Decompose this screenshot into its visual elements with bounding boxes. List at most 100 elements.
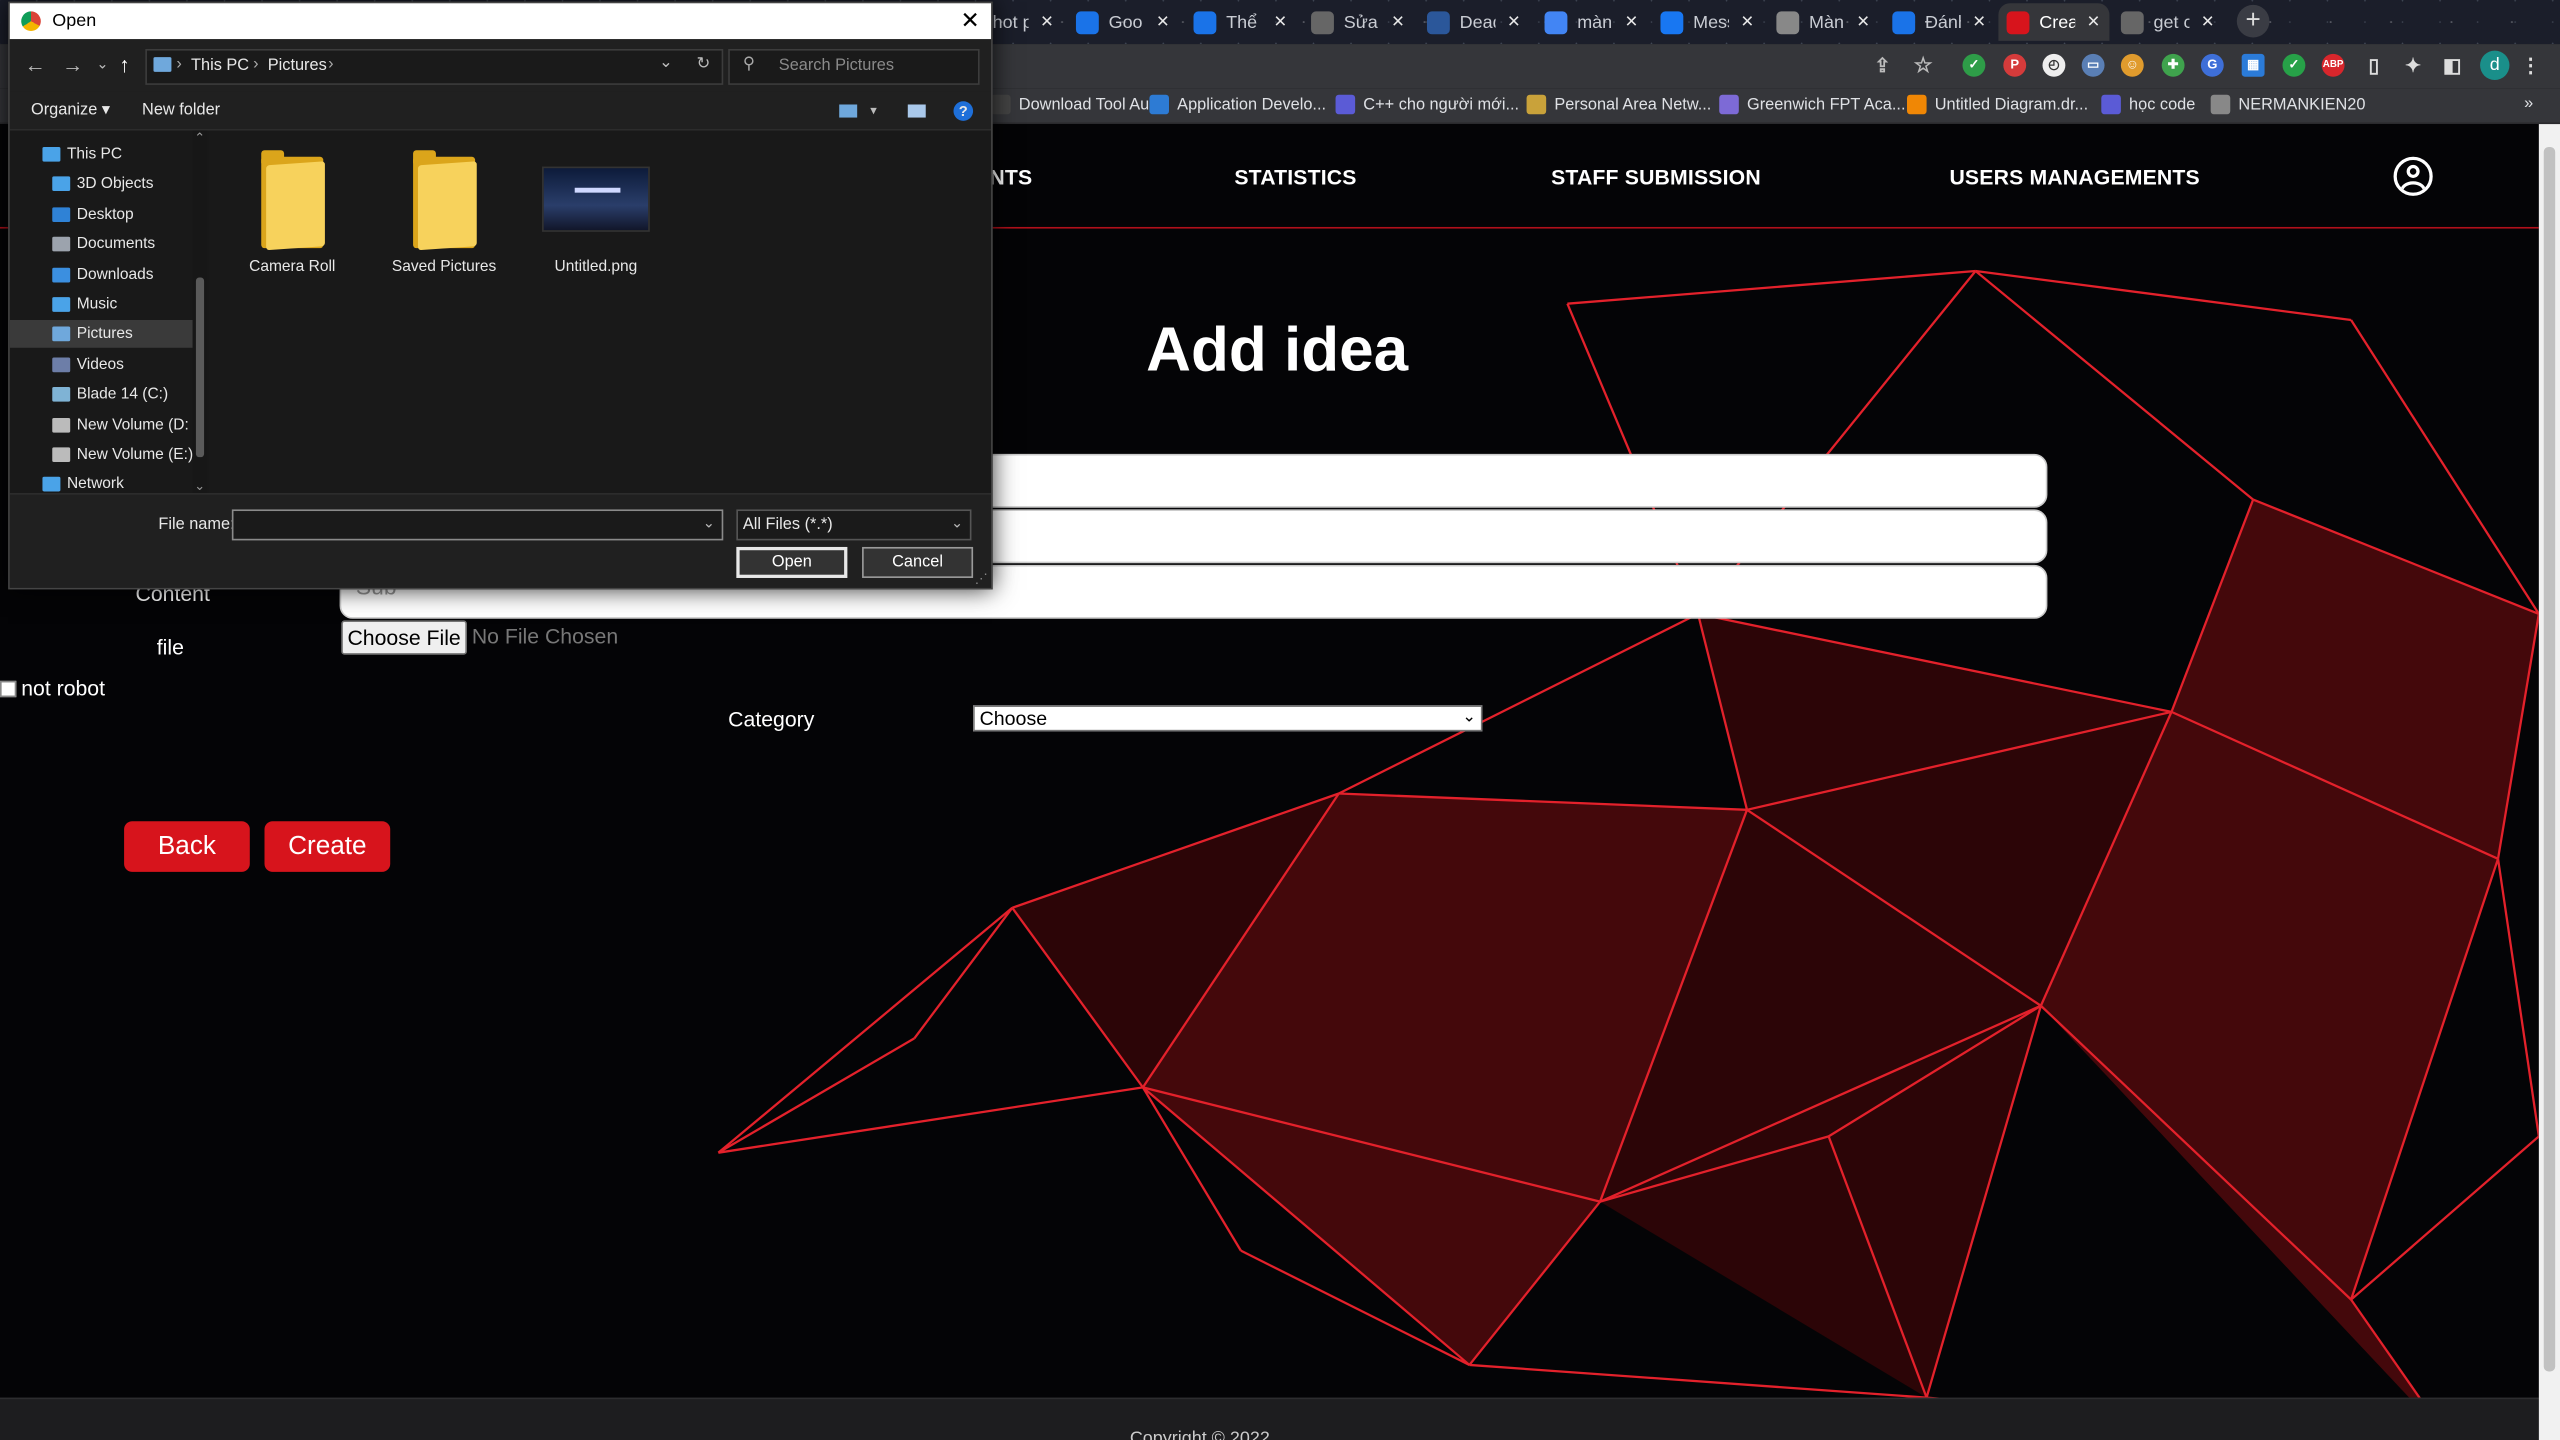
resize-grip-icon[interactable]: ⋰: [975, 571, 988, 586]
tab-close-icon[interactable]: ×: [1741, 8, 1753, 32]
nav-pane-item[interactable]: New Volume (E:): [10, 441, 193, 469]
extension-robot-icon[interactable]: ✚: [2161, 53, 2185, 77]
bookmark-item[interactable]: Greenwich FPT Aca...: [1719, 94, 1905, 115]
page-scrollbar[interactable]: [2538, 124, 2560, 1440]
nav-pane-item[interactable]: 3D Objects: [10, 170, 193, 198]
nav-pane-item[interactable]: Music: [10, 291, 193, 319]
browser-tab[interactable]: Thể ×: [1185, 3, 1296, 41]
chevron-down-icon[interactable]: ⌄: [703, 514, 715, 532]
folder-camera-roll[interactable]: Camera Roll: [229, 150, 356, 276]
user-account-icon[interactable]: [2393, 156, 2433, 196]
browser-tab[interactable]: Crea ×: [1998, 3, 2110, 41]
tab-close-icon[interactable]: ×: [1625, 8, 1637, 32]
nav-pane-item[interactable]: This PC: [10, 140, 193, 168]
browser-tab[interactable]: Goo ×: [1068, 3, 1179, 41]
nav-pane-item[interactable]: New Volume (D:: [10, 411, 193, 439]
bookmark-item[interactable]: NERMANKIEN20: [2210, 94, 2365, 115]
tab-close-icon[interactable]: ×: [1041, 8, 1053, 32]
close-icon[interactable]: ✕: [960, 7, 979, 35]
chevron-down-icon[interactable]: ⌄: [659, 54, 673, 72]
extension-calendar-icon[interactable]: ▦: [2241, 53, 2265, 77]
bookmark-item[interactable]: Untitled Diagram.dr...: [1906, 94, 2088, 115]
nav-pane-item[interactable]: Pictures: [9, 320, 193, 349]
tab-close-icon[interactable]: ×: [1857, 8, 1869, 32]
bookmark-item[interactable]: Download Tool Aut...: [991, 94, 1167, 115]
extension-clock-icon[interactable]: ◴: [2042, 53, 2066, 77]
tab-close-icon[interactable]: ×: [1392, 8, 1404, 32]
bookmarks-overflow-icon[interactable]: »: [2524, 95, 2533, 113]
tab-close-icon[interactable]: ×: [2087, 8, 2099, 32]
share-icon[interactable]: ⇪: [1871, 54, 1894, 77]
help-icon[interactable]: ?: [953, 101, 974, 121]
nav-pane-item[interactable]: Blade 14 (C:): [10, 381, 193, 409]
choose-file-button[interactable]: Choose File: [341, 620, 467, 655]
extension-shield-icon[interactable]: ✓: [1962, 53, 1986, 77]
nav-pane-item[interactable]: Documents: [10, 231, 193, 259]
bookmark-item[interactable]: C++ cho người mới...: [1335, 94, 1519, 115]
path-breadcrumb[interactable]: › This PC › Pictures › ⌄ ↻: [145, 48, 724, 85]
file-untitled-png[interactable]: Untitled.png: [532, 150, 659, 276]
extension-pinterest-icon[interactable]: P: [2003, 53, 2027, 77]
browser-tab[interactable]: Sửa ×: [1303, 3, 1414, 41]
tab-close-icon[interactable]: ×: [1274, 8, 1286, 32]
extension-window-icon[interactable]: ▭: [2081, 53, 2105, 77]
tab-close-icon[interactable]: ×: [1508, 8, 1520, 32]
forward-arrow-icon[interactable]: →: [62, 52, 83, 76]
nav-item-partial[interactable]: NTS: [989, 165, 1032, 189]
tab-close-icon[interactable]: ×: [1973, 8, 1985, 32]
nav-pane-item[interactable]: Network: [10, 471, 193, 493]
view-options-icon[interactable]: [839, 104, 858, 118]
bookmark-item[interactable]: Application Develo...: [1149, 94, 1326, 115]
extension-translate-icon[interactable]: G: [2200, 53, 2224, 77]
bookmark-item[interactable]: học code: [2101, 94, 2195, 115]
scrollbar-thumb[interactable]: [2543, 146, 2556, 1372]
folder-saved-pictures[interactable]: Saved Pictures: [380, 150, 507, 276]
file-type-select[interactable]: All Files (*.*) ⌄: [736, 509, 972, 541]
tab-close-icon[interactable]: ×: [2202, 8, 2214, 32]
scroll-down-icon[interactable]: ⌄: [194, 478, 205, 493]
bookmark-item[interactable]: Personal Area Netw...: [1526, 94, 1711, 115]
scrollbar-thumb[interactable]: [195, 277, 205, 458]
breadcrumb-this-pc[interactable]: This PC: [191, 57, 249, 75]
scroll-up-icon[interactable]: ⌃: [194, 131, 205, 146]
recent-locations-icon[interactable]: ⌄: [96, 56, 108, 74]
category-select[interactable]: Choose ⌄: [973, 705, 1483, 732]
new-folder-button[interactable]: New folder: [142, 101, 220, 119]
menu-kebab-icon[interactable]: ⋮: [2519, 54, 2542, 77]
not-robot-checkbox[interactable]: [0, 680, 17, 698]
nav-pane-item[interactable]: Downloads: [10, 261, 193, 289]
nav-item-statistics[interactable]: STATISTICS: [1234, 165, 1356, 189]
bookmark-star-icon[interactable]: ☆: [1912, 53, 1935, 77]
refresh-icon[interactable]: ↻: [697, 56, 711, 74]
nav-pane-item[interactable]: Videos: [10, 351, 193, 379]
extensions-puzzle-icon[interactable]: ✦: [2402, 54, 2425, 77]
back-button[interactable]: Back: [124, 821, 250, 872]
nav-pane-item[interactable]: Desktop: [10, 200, 193, 228]
open-button[interactable]: Open: [736, 546, 848, 578]
browser-tab[interactable]: màn ×: [1536, 3, 1647, 41]
breadcrumb-pictures[interactable]: Pictures: [268, 57, 327, 75]
cancel-button[interactable]: Cancel: [862, 546, 974, 578]
browser-tab[interactable]: Đánh ×: [1884, 3, 1995, 41]
extension-adblock-icon[interactable]: ABP: [2321, 53, 2345, 77]
browser-tab[interactable]: Màn ×: [1768, 3, 1879, 41]
search-input[interactable]: ⚲ Search Pictures: [728, 48, 980, 85]
back-arrow-icon[interactable]: ←: [24, 52, 45, 76]
new-tab-button[interactable]: +: [2236, 4, 2270, 38]
extension-phone-icon[interactable]: ▯: [2363, 54, 2386, 77]
tab-close-icon[interactable]: ×: [1157, 8, 1169, 32]
nav-item-users-managements[interactable]: USERS MANAGEMENTS: [1949, 165, 2199, 189]
browser-tab[interactable]: get c ×: [2113, 3, 2224, 41]
profile-avatar[interactable]: d: [2480, 50, 2510, 81]
file-name-input[interactable]: ⌄: [231, 509, 724, 541]
browser-tab[interactable]: Mess ×: [1652, 3, 1763, 41]
create-button[interactable]: Create: [264, 821, 391, 872]
organize-button[interactable]: Organize ▾: [31, 101, 110, 119]
preview-pane-icon[interactable]: [907, 104, 926, 118]
navigation-pane-scrollbar[interactable]: ⌃ ⌄: [192, 130, 208, 494]
browser-tab[interactable]: Dead ×: [1419, 3, 1530, 41]
side-panel-icon[interactable]: ◧: [2441, 54, 2464, 77]
extension-check-icon[interactable]: ✓: [2282, 53, 2306, 77]
chevron-down-icon[interactable]: ▾: [870, 103, 877, 118]
extension-face-icon[interactable]: ☺: [2120, 53, 2144, 77]
